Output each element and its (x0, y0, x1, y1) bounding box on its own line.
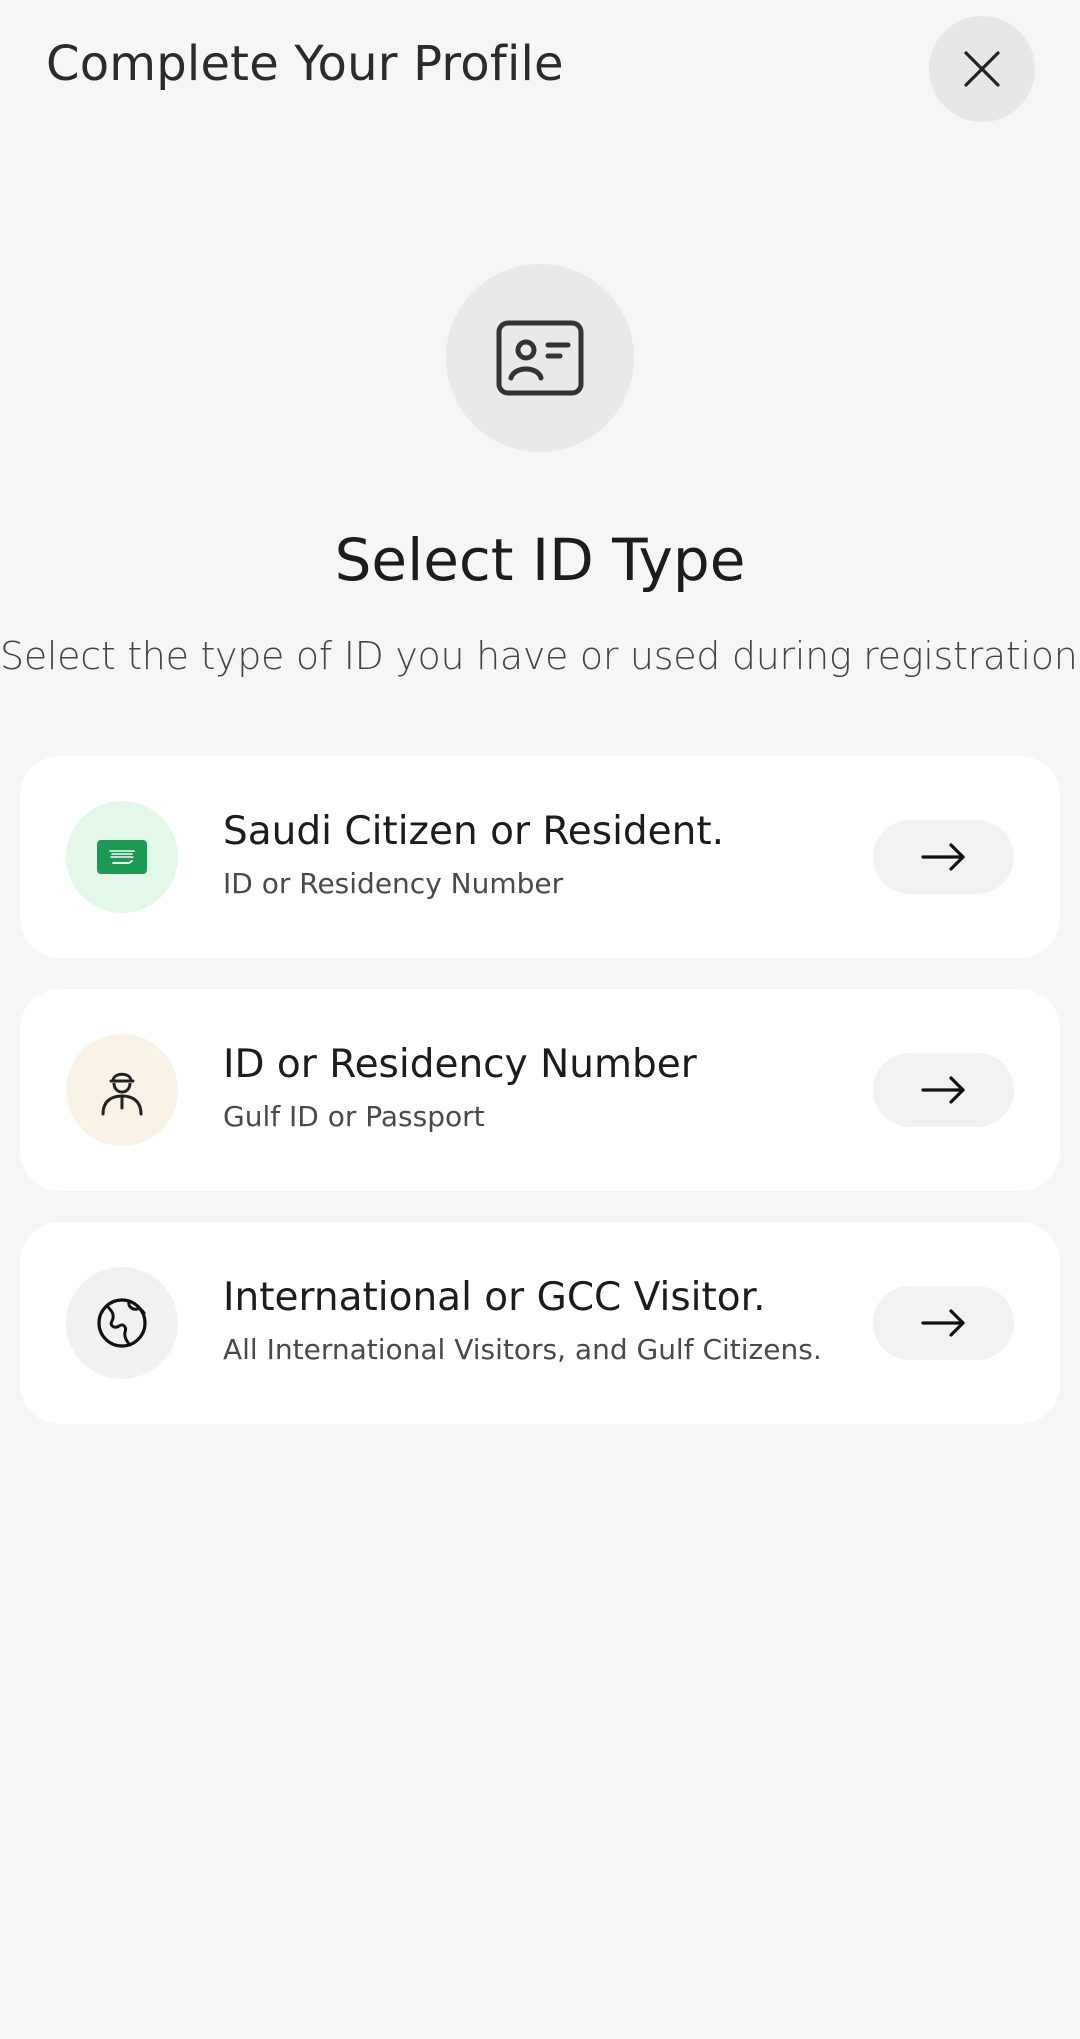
option-arrow-button[interactable] (873, 1286, 1014, 1360)
header: Complete Your Profile (0, 0, 1080, 140)
option-description: ID or Residency Number (223, 867, 564, 900)
close-button[interactable] (929, 16, 1035, 122)
option-icon-badge (66, 1267, 178, 1379)
page-title: Complete Your Profile (46, 36, 564, 92)
option-arrow-button[interactable] (873, 820, 1014, 894)
option-title: Saudi Citizen or Resident. (223, 809, 725, 854)
option-title: International or GCC Visitor. (223, 1275, 766, 1320)
person-icon (101, 1072, 143, 1116)
arrow-right-icon (920, 1076, 965, 1104)
saudi-flag-icon (97, 840, 147, 874)
id-card-badge (446, 264, 634, 452)
section-title: Select ID Type (334, 526, 746, 594)
option-arrow-button[interactable] (873, 1053, 1014, 1127)
arrow-right-icon (920, 843, 965, 871)
option-description: All International Visitors, and Gulf Cit… (223, 1333, 822, 1366)
close-icon (964, 51, 1000, 87)
arrow-right-icon (920, 1309, 965, 1337)
option-description: Gulf ID or Passport (223, 1100, 485, 1133)
option-icon-badge (66, 1034, 178, 1146)
option-id-residency[interactable]: ID or Residency Number Gulf ID or Passpo… (20, 989, 1060, 1191)
option-icon-badge (66, 801, 178, 913)
globe-icon (97, 1298, 147, 1348)
option-saudi-citizen[interactable]: Saudi Citizen or Resident. ID or Residen… (20, 756, 1060, 958)
option-international-visitor[interactable]: International or GCC Visitor. All Intern… (20, 1222, 1060, 1424)
section-subtitle: Select the type of ID you have or used d… (0, 634, 1080, 678)
option-title: ID or Residency Number (223, 1042, 697, 1087)
id-card-icon (496, 320, 584, 396)
